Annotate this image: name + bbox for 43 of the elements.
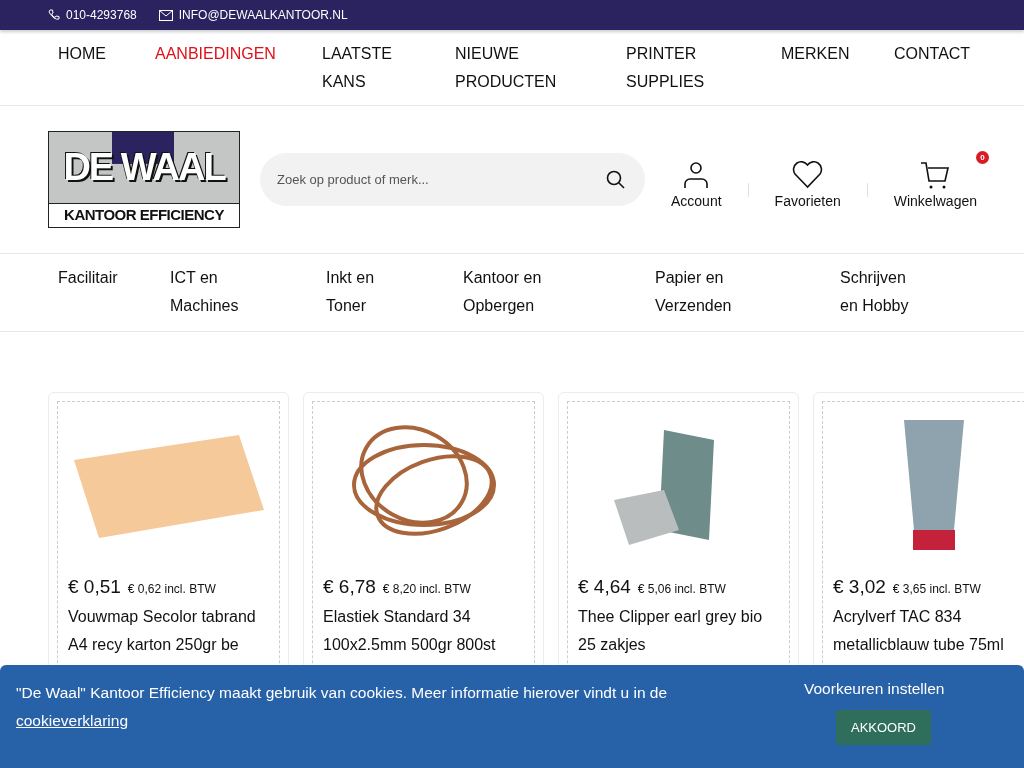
- preferences-link[interactable]: Voorkeuren instellen: [804, 679, 945, 699]
- search-icon[interactable]: [606, 170, 625, 189]
- accept-button[interactable]: AKKOORD: [836, 710, 931, 745]
- category-link[interactable]: Facilitair: [58, 264, 118, 292]
- price-incl-vat: € 8,20 incl. BTW: [382, 582, 471, 596]
- nav-link[interactable]: CONTACT: [894, 40, 993, 68]
- cart-count-badge: 0: [976, 150, 989, 164]
- nav-link[interactable]: PRINTER SUPPLIES: [626, 40, 781, 96]
- cart-icon: [920, 160, 951, 189]
- logo[interactable]: DE WAAL KANTOOR EFFICIENCY: [48, 131, 240, 228]
- product-price: € 4,64: [578, 576, 631, 598]
- category-link[interactable]: Schrijven en Hobby: [840, 264, 926, 320]
- nav-link[interactable]: MERKEN: [781, 40, 872, 68]
- nav-link[interactable]: LAATSTE KANS: [322, 40, 455, 96]
- nav-link[interactable]: HOME: [58, 40, 128, 68]
- nav-link[interactable]: AANBIEDINGEN: [155, 40, 298, 68]
- category-link[interactable]: ICT en Machines: [170, 264, 256, 320]
- product-price: € 3,02: [833, 576, 886, 598]
- cookie-notice: "De Waal" Kantoor Efficiency maakt gebruik van cookies. Meer informatie hierover vindt u in de cookieverklaring: [16, 683, 669, 731]
- phone-icon: [48, 9, 60, 21]
- product-title[interactable]: Acrylverf TAC 834 metallicblauw tube 75ml: [833, 603, 1024, 659]
- account-link[interactable]: Account: [645, 150, 748, 209]
- envelope-icon: [158, 9, 173, 21]
- product-title[interactable]: Thee Clipper earl grey bio 25 zakjes: [578, 603, 779, 659]
- product-price: € 0,51: [68, 576, 121, 598]
- search-field[interactable]: Zoek op product of merk...: [260, 153, 645, 206]
- product-price: € 6,78: [323, 576, 376, 598]
- phone-number[interactable]: 010-4293768: [66, 8, 137, 22]
- category-link[interactable]: Inkt en Toner: [326, 264, 412, 320]
- heart-icon: [792, 160, 824, 189]
- nav-link[interactable]: NIEUWE PRODUCTEN: [455, 40, 626, 96]
- price-incl-vat: € 0,62 incl. BTW: [127, 582, 216, 596]
- price-incl-vat: € 3,65 incl. BTW: [892, 582, 981, 596]
- user-icon: [683, 160, 710, 189]
- favorites-link[interactable]: Favorieten: [748, 150, 867, 209]
- price-incl-vat: € 5,06 incl. BTW: [637, 582, 726, 596]
- cookie-policy-link[interactable]: cookieverklaring: [16, 712, 128, 729]
- product-title[interactable]: Elastiek Standard 34 100x2.5mm 500gr 800st: [323, 603, 524, 659]
- email-address[interactable]: INFO@DEWAALKANTOOR.NL: [178, 8, 348, 22]
- cart-link[interactable]: Winkelwagen 0: [867, 150, 1003, 209]
- category-link[interactable]: Papier en Verzenden: [655, 264, 741, 320]
- product-title[interactable]: Vouwmap Secolor tabrand A4 recy karton 250gr be: [68, 603, 269, 659]
- category-link[interactable]: Kantoor en Opbergen: [463, 264, 549, 320]
